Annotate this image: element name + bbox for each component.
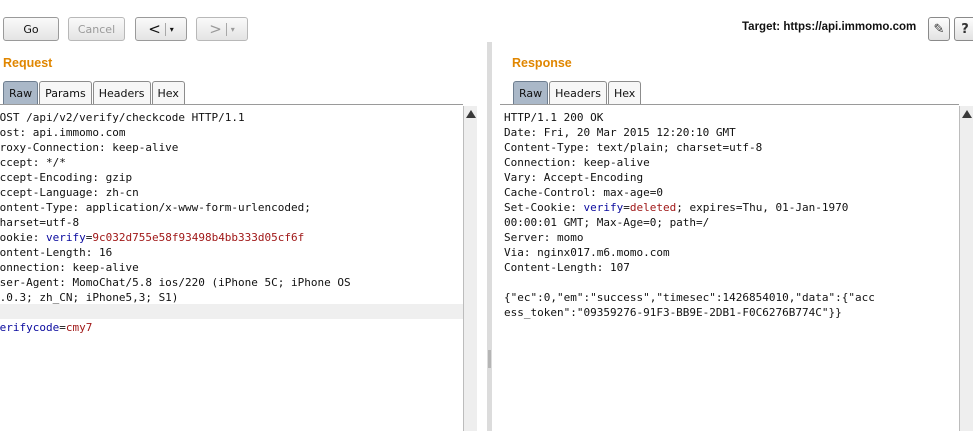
- request-tab-hex[interactable]: Hex: [151, 81, 185, 104]
- back-dropdown-icon[interactable]: ▾: [170, 25, 174, 34]
- text-line: Accept: */*: [0, 156, 66, 169]
- text-line: Content-Type: application/x-www-form-url…: [0, 201, 311, 214]
- param-name: verify: [45, 231, 86, 244]
- response-tab-raw[interactable]: Raw: [513, 81, 549, 104]
- param-value: deleted: [629, 201, 677, 214]
- back-arrow-icon: <: [148, 20, 161, 38]
- text-line: Connection: keep-alive: [0, 261, 139, 274]
- text-line: Content-Length: 16: [0, 246, 113, 259]
- request-tab-headers[interactable]: Headers: [92, 81, 151, 104]
- text-line: verifycode=cmy7: [0, 320, 351, 335]
- text-line: HTTP/1.1 200 OK: [504, 111, 604, 124]
- request-tab-raw[interactable]: Raw: [3, 81, 39, 104]
- text-line: Accept-Language: zh-cn: [0, 186, 139, 199]
- response-scrollbar[interactable]: [959, 106, 973, 431]
- response-editor[interactable]: HTTP/1.1 200 OK Date: Fri, 20 Mar 2015 12…: [500, 104, 959, 431]
- param-value: cmy7: [65, 321, 93, 334]
- line-suffix: ; expires=Thu, 01-Jan-1970: [676, 201, 849, 214]
- response-tabs: Raw Headers Hex: [513, 81, 642, 104]
- param-separator: =: [59, 321, 66, 334]
- text-line: 7.0.3; zh_CN; iPhone5,3; S1): [0, 291, 179, 304]
- request-title: Request: [3, 56, 53, 70]
- text-line: Proxy-Connection: keep-alive: [0, 141, 179, 154]
- cancel-button[interactable]: Cancel: [68, 17, 125, 41]
- text-line: [0, 305, 351, 320]
- request-tabs: Raw Params Headers Hex: [3, 81, 186, 104]
- scroll-up-arrow-icon[interactable]: [466, 110, 476, 118]
- help-button[interactable]: ?: [954, 17, 973, 41]
- response-text: HTTP/1.1 200 OK Date: Fri, 20 Mar 2015 12…: [504, 110, 875, 320]
- forward-arrow-icon: >: [209, 20, 222, 38]
- text-line: Content-Type: text/plain; charset=utf-8: [504, 141, 763, 154]
- text-line: User-Agent: MomoChat/5.8 ios/220 (iPhone…: [0, 276, 351, 289]
- request-scrollbar[interactable]: [463, 106, 477, 431]
- panel-splitter[interactable]: [487, 42, 492, 431]
- scroll-up-arrow-icon[interactable]: [962, 110, 972, 118]
- param-value: 9c032d755e58f93498b4bb333d05cf6f: [92, 231, 305, 244]
- text-line: charset=utf-8: [0, 216, 80, 229]
- line-prefix: Cookie:: [0, 231, 40, 244]
- text-line: Set-Cookie: verify=deleted; expires=Thu,…: [504, 200, 875, 215]
- help-icon: ?: [961, 21, 969, 37]
- history-back-button[interactable]: < ▾: [135, 17, 187, 41]
- splitter-grip[interactable]: [488, 350, 491, 368]
- text-line: {"ec":0,"em":"success","timesec":1426854…: [504, 291, 875, 304]
- edit-target-button[interactable]: ✎: [928, 17, 950, 41]
- text-line: ess_token":"09359276-91F3-BB9E-2DB1-F0C6…: [504, 306, 842, 319]
- text-line: [504, 275, 875, 290]
- target-label: Target: https://api.immomo.com: [742, 21, 917, 33]
- text-line: Vary: Accept-Encoding: [504, 171, 644, 184]
- response-title: Response: [512, 56, 572, 70]
- text-line: Via: nginx017.m6.momo.com: [504, 246, 670, 259]
- param-name: verify: [583, 201, 624, 214]
- line-prefix: Set-Cookie:: [504, 201, 584, 214]
- history-forward-button[interactable]: > ▾: [196, 17, 248, 41]
- response-tab-hex[interactable]: Hex: [607, 81, 642, 104]
- text-line: Content-Length: 107: [504, 261, 630, 274]
- request-tab-params[interactable]: Params: [39, 81, 92, 104]
- param-name: verifycode: [0, 321, 60, 334]
- request-editor[interactable]: POST /api/v2/verify/checkcode HTTP/1.1 Ho…: [0, 104, 463, 431]
- text-line: Connection: keep-alive: [504, 156, 650, 169]
- forward-dropdown-icon[interactable]: ▾: [231, 25, 235, 34]
- param-separator: =: [623, 201, 630, 214]
- text-line: Accept-Encoding: gzip: [0, 171, 133, 184]
- text-line: Cache-Control: max-age=0: [504, 186, 663, 199]
- pencil-icon: ✎: [933, 21, 945, 37]
- text-line: POST /api/v2/verify/checkcode HTTP/1.1: [0, 111, 245, 124]
- text-line: Server: momo: [504, 231, 584, 244]
- response-tab-headers[interactable]: Headers: [549, 81, 607, 104]
- request-text: POST /api/v2/verify/checkcode HTTP/1.1 Ho…: [0, 110, 351, 335]
- text-line: Host: api.immomo.com: [0, 126, 126, 139]
- text-line: 00:00:01 GMT; Max-Age=0; path=/: [504, 216, 710, 229]
- text-line: Cookie: verify=9c032d755e58f93498b4bb333…: [0, 230, 351, 245]
- go-button[interactable]: Go: [3, 17, 59, 41]
- text-line: Date: Fri, 20 Mar 2015 12:20:10 GMT: [504, 126, 736, 139]
